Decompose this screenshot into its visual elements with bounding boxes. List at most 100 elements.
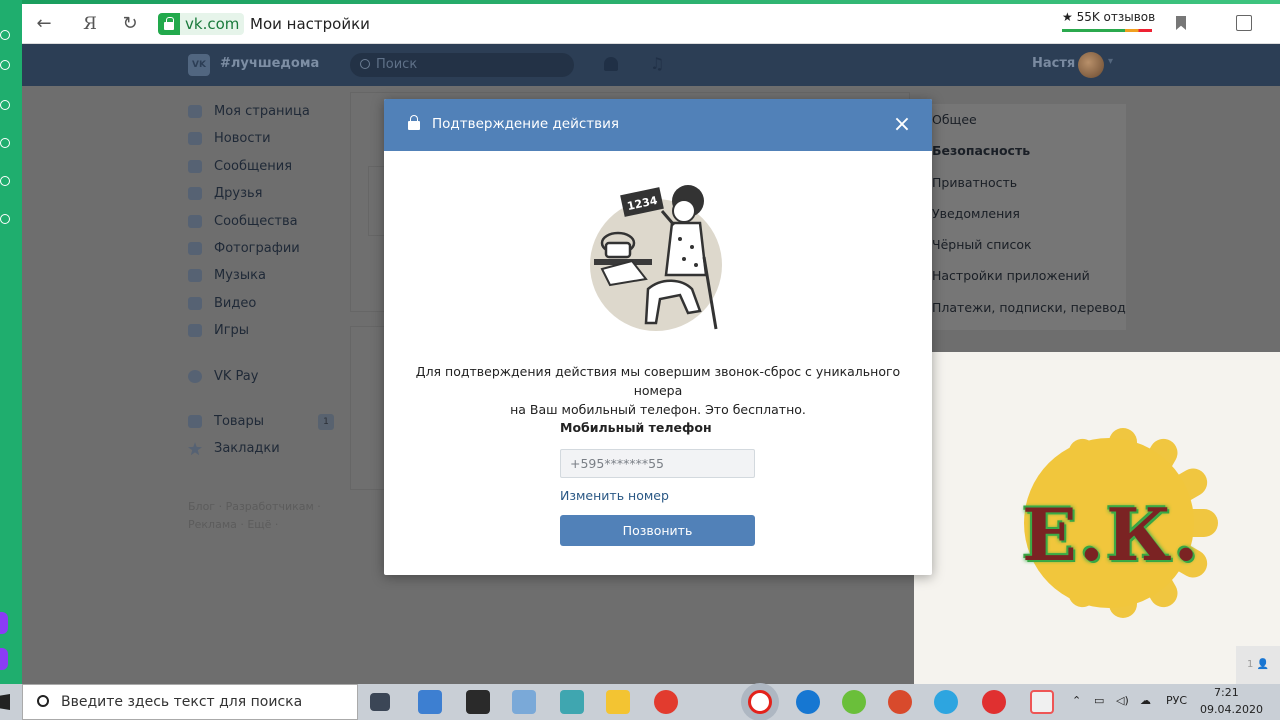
phone-field[interactable]: +595*******55 bbox=[560, 449, 755, 478]
sidebar-item-label: Сообщества bbox=[214, 213, 298, 229]
extensions-icon[interactable] bbox=[1236, 15, 1252, 31]
chrome-icon[interactable] bbox=[654, 690, 678, 714]
paint-app-icon[interactable] bbox=[512, 690, 536, 714]
settings-menu-item[interactable]: Чёрный список bbox=[922, 229, 1126, 260]
vk-logo-icon[interactable]: VK bbox=[188, 54, 210, 76]
music-player-icon[interactable]: ♫ bbox=[650, 54, 664, 73]
reviews-badge[interactable]: ★ 55K отзывов bbox=[1062, 10, 1155, 24]
sidebar-item-label: Фотографии bbox=[214, 240, 300, 256]
back-arrow-icon[interactable]: ← bbox=[32, 12, 56, 36]
telephone-base bbox=[604, 241, 632, 259]
opera-icon[interactable] bbox=[982, 690, 1006, 714]
settings-menu-item[interactable]: Уведомления bbox=[922, 198, 1126, 229]
message-icon bbox=[188, 159, 202, 173]
task-view-icon[interactable] bbox=[370, 693, 390, 711]
avatar[interactable] bbox=[1078, 52, 1104, 78]
close-icon[interactable]: × bbox=[890, 113, 914, 137]
photo-icon bbox=[188, 241, 202, 255]
ek-logo-text: Е.К. bbox=[1022, 492, 1201, 577]
viewer-count: 1 👤 bbox=[1236, 646, 1280, 684]
sidebar-item[interactable]: Друзья bbox=[188, 186, 348, 213]
panel-purple-icon[interactable] bbox=[0, 648, 8, 670]
sidebar-item[interactable]: Новости bbox=[188, 131, 348, 158]
app-window-icon[interactable] bbox=[1030, 690, 1054, 714]
yandex-icon[interactable]: Я bbox=[78, 12, 102, 36]
chevron-down-icon[interactable]: ▾ bbox=[1108, 56, 1113, 67]
browser-toolbar: ← Я ↻ vk.com Мои настройки ★ 55K отзывов bbox=[22, 4, 1280, 44]
panel-icon[interactable] bbox=[0, 30, 10, 40]
description-line: на Ваш мобильный телефон. Это бесплатно. bbox=[510, 402, 806, 417]
ek-watermark-logo: Е.К. 1 👤 bbox=[914, 352, 1280, 684]
sidebar-item-label: Друзья bbox=[214, 186, 263, 202]
left-sidebar: Моя страница Новости Сообщения Друзья Со… bbox=[188, 104, 348, 469]
sidebar-item[interactable]: Музыка bbox=[188, 268, 348, 295]
taskbar-search-placeholder: Введите здесь текст для поиска bbox=[61, 694, 303, 710]
volume-icon[interactable]: ◁) bbox=[1116, 694, 1129, 707]
sidebar-item[interactable]: Сообщения bbox=[188, 159, 348, 186]
settings-menu-item[interactable]: Платежи, подписки, переводы bbox=[922, 292, 1126, 323]
telegram-icon[interactable] bbox=[934, 690, 958, 714]
file-explorer-icon[interactable] bbox=[606, 690, 630, 714]
taskbar-search-input[interactable]: Введите здесь текст для поиска bbox=[22, 684, 358, 720]
bookmark-icon[interactable] bbox=[1176, 16, 1186, 30]
panel-icon[interactable] bbox=[0, 60, 10, 70]
sidebar-item-label: Сообщения bbox=[214, 158, 293, 174]
windows-start-icon[interactable] bbox=[0, 694, 10, 710]
sidebar-item-label: Моя страница bbox=[214, 104, 310, 119]
sidebar-item[interactable]: Сообщества bbox=[188, 214, 348, 241]
reload-icon[interactable]: ↻ bbox=[118, 12, 142, 36]
settings-menu-item[interactable]: Настройки приложений bbox=[922, 260, 1126, 291]
confirm-action-modal: Подтверждение действия × 1234 Для подтве… bbox=[384, 99, 932, 575]
sidebar-item-bookmarks[interactable]: Закладки bbox=[188, 441, 348, 468]
panel-icon[interactable] bbox=[0, 214, 10, 224]
reviews-rating-bar bbox=[1062, 29, 1152, 32]
vk-hashtag[interactable]: #лучшедома bbox=[220, 56, 319, 71]
address-domain[interactable]: vk.com bbox=[180, 13, 245, 35]
network-icon[interactable]: ▭ bbox=[1094, 694, 1104, 707]
computer-app-icon[interactable] bbox=[418, 690, 442, 714]
sidebar-item[interactable]: Видео bbox=[188, 296, 348, 323]
dress-dot bbox=[694, 263, 698, 267]
app-red-icon[interactable] bbox=[888, 690, 912, 714]
settings-menu-item-active[interactable]: Безопасность bbox=[922, 135, 1126, 166]
edge-icon[interactable] bbox=[796, 690, 820, 714]
address-page-title[interactable]: Мои настройки bbox=[250, 13, 370, 35]
language-indicator[interactable]: РУС bbox=[1166, 694, 1187, 707]
sidebar-item[interactable]: Фотографии bbox=[188, 241, 348, 268]
change-number-link[interactable]: Изменить номер bbox=[560, 488, 669, 503]
secure-lock-icon[interactable] bbox=[158, 13, 180, 35]
cloud-icon[interactable]: ☁ bbox=[1140, 694, 1151, 707]
modal-title: Подтверждение действия bbox=[432, 116, 619, 132]
search-icon bbox=[360, 59, 370, 69]
panel-icon[interactable] bbox=[0, 138, 10, 148]
sidebar-item[interactable]: Игры bbox=[188, 323, 348, 350]
panel-purple-icon[interactable] bbox=[0, 612, 8, 634]
notifications-bell-icon[interactable] bbox=[604, 57, 618, 71]
yandex-browser-icon[interactable] bbox=[748, 690, 772, 714]
sidebar-item-goods[interactable]: Товары 1 bbox=[188, 413, 348, 441]
goods-icon bbox=[188, 414, 202, 428]
settings-menu-item[interactable]: Приватность bbox=[922, 167, 1126, 198]
clock-date[interactable]: 09.04.2020 bbox=[1200, 703, 1263, 716]
app-green-icon[interactable] bbox=[842, 690, 866, 714]
video-icon bbox=[188, 296, 202, 310]
tray-chevron-up-icon[interactable]: ⌃ bbox=[1072, 694, 1081, 707]
vk-search-input[interactable]: Поиск bbox=[350, 53, 574, 77]
notes-app-icon[interactable] bbox=[560, 690, 584, 714]
footer-links[interactable]: Блог · Разработчикам · bbox=[188, 498, 328, 516]
sidebar-item-vkpay[interactable]: VK Pay bbox=[188, 369, 348, 396]
windows-taskbar: Введите здесь текст для поиска ⌃ ▭ ◁) ☁ … bbox=[0, 684, 1280, 720]
user-icon bbox=[188, 105, 202, 118]
panel-icon[interactable] bbox=[0, 100, 10, 110]
call-button[interactable]: Позвонить bbox=[560, 515, 755, 546]
clock-time[interactable]: 7:21 bbox=[1214, 686, 1239, 699]
footer-links[interactable]: Реклама · Ещё · bbox=[188, 516, 328, 534]
panel-icon[interactable] bbox=[0, 176, 10, 186]
sidebar-item[interactable]: Моя страница bbox=[188, 104, 348, 131]
store-icon[interactable] bbox=[466, 690, 490, 714]
music-icon bbox=[188, 269, 202, 283]
settings-menu-item[interactable]: Общее bbox=[922, 104, 1126, 135]
friends-icon bbox=[188, 187, 202, 201]
user-name[interactable]: Настя bbox=[1032, 56, 1075, 71]
